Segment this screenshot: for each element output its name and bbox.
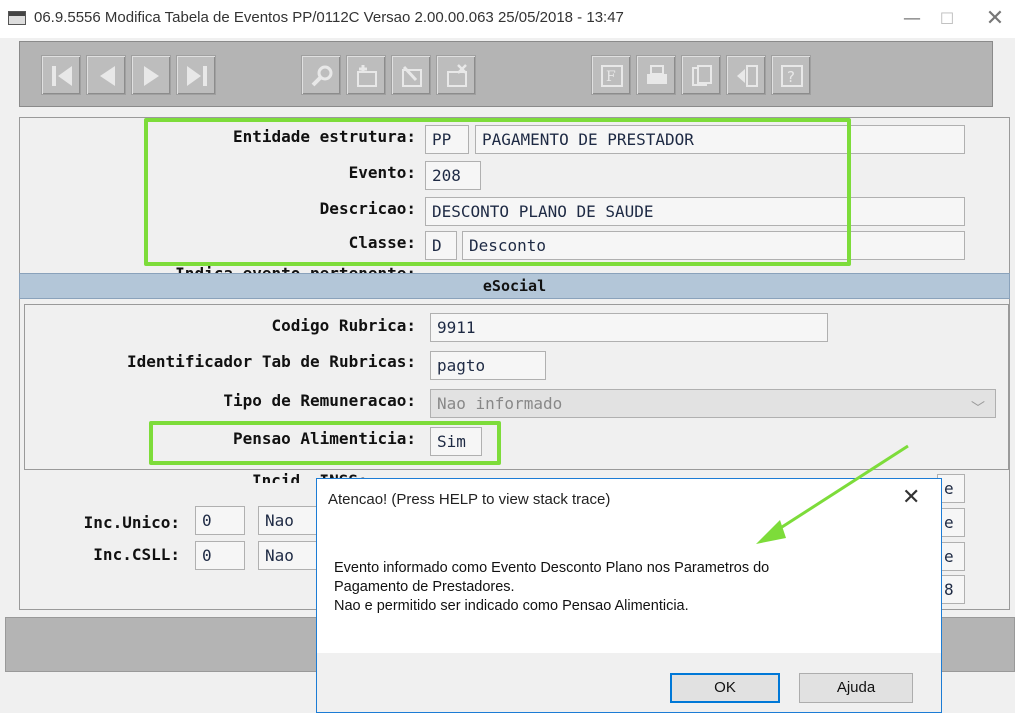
delete-button[interactable] — [436, 55, 476, 95]
highlight-box-pensao — [149, 421, 501, 465]
exit-icon — [737, 65, 758, 87]
ok-button[interactable]: OK — [670, 673, 780, 703]
edit-icon — [402, 65, 422, 87]
help-dialog-button[interactable]: Ajuda — [799, 673, 913, 703]
highlight-box-form — [144, 118, 851, 266]
minimize-button[interactable]: — — [892, 6, 932, 32]
last-record-button[interactable] — [176, 55, 216, 95]
delete-icon — [447, 64, 467, 87]
previous-icon — [100, 66, 115, 86]
print-icon — [647, 65, 667, 84]
annotation-arrow-icon — [756, 444, 909, 544]
inc-csll-code-field[interactable]: 0 — [195, 541, 245, 570]
tipo-remuneracao-label: Tipo de Remuneracao: — [223, 391, 416, 410]
codigo-rubrica-field[interactable]: 9911 — [430, 313, 828, 342]
close-window-button[interactable]: ✕ — [975, 6, 1015, 32]
copy-icon — [692, 65, 712, 86]
maximize-button[interactable]: ☐ — [927, 6, 967, 32]
codigo-rubrica-label: Codigo Rubrica: — [271, 316, 417, 335]
inc-unico-label: Inc.Unico: — [83, 513, 180, 532]
inc-unico-code-field[interactable]: 0 — [195, 506, 245, 535]
identificador-field[interactable]: pagto — [430, 351, 546, 380]
tipo-remuneracao-select[interactable]: Nao informado ﹀ — [430, 389, 996, 418]
inc-csll-label: Inc.CSLL: — [93, 545, 180, 564]
window-titlebar: 06.9.5556 Modifica Tabela de Eventos PP/… — [0, 0, 1015, 38]
search-icon — [311, 65, 333, 87]
print-button[interactable] — [636, 55, 676, 95]
add-icon — [357, 65, 377, 87]
inc-unico-text-field[interactable]: Nao — [258, 506, 318, 535]
svg-text:?: ? — [787, 68, 795, 86]
dialog-message: Evento informado como Evento Desconto Pl… — [334, 559, 769, 616]
copy-button[interactable] — [681, 55, 721, 95]
svg-text:F: F — [606, 69, 616, 85]
previous-record-button[interactable] — [86, 55, 126, 95]
help-button[interactable]: ? — [771, 55, 811, 95]
dialog-message-line-3: Nao e permitido ser indicado como Pensao… — [334, 598, 689, 614]
app-icon — [8, 11, 26, 25]
tipo-remuneracao-value: Nao informado — [437, 394, 563, 413]
dialog-title: Atencao! (Press HELP to view stack trace… — [328, 491, 611, 508]
search-button[interactable] — [301, 55, 341, 95]
esocial-header: eSocial — [19, 273, 1010, 299]
filter-icon: F — [601, 65, 623, 87]
first-record-button[interactable] — [41, 55, 81, 95]
toolbar: F ? — [19, 41, 993, 107]
next-icon — [144, 66, 159, 86]
chevron-down-icon: ﹀ — [971, 401, 985, 417]
dialog-message-line-2: Pagamento de Prestadores. — [334, 579, 515, 595]
exit-button[interactable] — [726, 55, 766, 95]
last-icon — [187, 66, 207, 86]
add-button[interactable] — [346, 55, 386, 95]
dialog-message-line-1: Evento informado como Evento Desconto Pl… — [334, 560, 770, 576]
first-icon — [52, 66, 72, 86]
help-icon: ? — [781, 65, 803, 87]
edit-button[interactable] — [391, 55, 431, 95]
next-record-button[interactable] — [131, 55, 171, 95]
window-title: 06.9.5556 Modifica Tabela de Eventos PP/… — [34, 9, 624, 26]
identificador-label: Identificador Tab de Rubricas: — [127, 352, 416, 371]
inc-csll-text-field[interactable]: Nao — [258, 541, 318, 570]
filter-button[interactable]: F — [591, 55, 631, 95]
